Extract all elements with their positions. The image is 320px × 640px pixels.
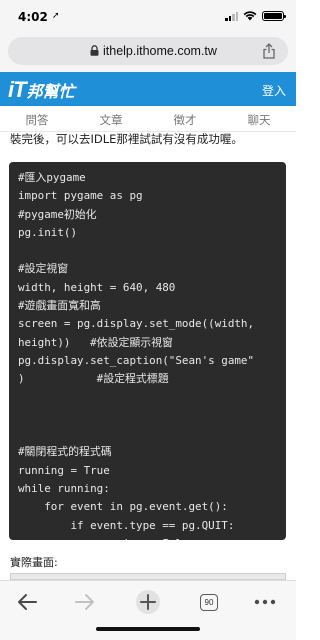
browser-address-area: ithelp.ithome.com.tw (0, 34, 296, 72)
tab-jobs[interactable]: 徵才 (148, 106, 222, 131)
code-line: #pygame初始化 (18, 207, 97, 221)
tab-qa[interactable]: 問答 (0, 106, 74, 131)
wifi-icon (243, 11, 257, 21)
lock-icon (90, 45, 99, 56)
address-bar[interactable]: ithelp.ithome.com.tw (8, 37, 288, 65)
code-line: screen = pg.display.set_mode((width, (18, 317, 255, 331)
logo-chinese-text: 邦幫忙 (26, 82, 75, 101)
code-line: import pygame as pg (18, 189, 143, 203)
code-line: while running: (18, 482, 110, 496)
code-line: pg.init() (18, 225, 78, 239)
browser-toolbar: 90 (0, 580, 296, 640)
status-indicators (225, 11, 286, 21)
logo-it-text: iT (8, 77, 27, 102)
home-indicator (96, 627, 200, 631)
more-menu-button[interactable] (250, 587, 280, 617)
battery-icon (262, 11, 286, 21)
status-time: 4:02 (18, 10, 48, 24)
login-link[interactable]: 登入 (262, 82, 286, 99)
code-line: width, height = 640, 480 (18, 280, 176, 294)
tab-articles[interactable]: 文章 (74, 106, 148, 131)
location-icon: ➚ (52, 11, 60, 21)
forward-arrow-icon (75, 594, 94, 610)
back-arrow-icon (18, 594, 37, 610)
code-line: #遊戲畫面寬和高 (18, 299, 101, 313)
signal-icon (225, 11, 238, 21)
code-line: #設定視窗 (18, 262, 69, 276)
share-icon[interactable] (262, 43, 276, 59)
new-tab-button[interactable] (133, 587, 163, 617)
code-block: #匯入pygame import pygame as pg #pygame初始化 pg… (9, 162, 286, 540)
code-line: running = False (18, 535, 277, 540)
new-tab-plus-icon (136, 590, 160, 614)
site-logo[interactable]: iT 邦幫忙 (8, 77, 75, 103)
site-header: iT 邦幫忙 登入 (0, 72, 296, 106)
code-line: #關閉程式的程式碼 (18, 445, 112, 459)
tab-switcher-button[interactable]: 90 (194, 587, 224, 617)
section-tabs: 問答 文章 徵才 聊天 (0, 106, 296, 132)
code-line: #匯入pygame (18, 171, 86, 184)
code-line: if event.type == pg.QUIT: (18, 518, 235, 532)
article-paragraph: 裝完後，可以去IDLE那裡試試有沒有成功喔。 (10, 132, 243, 146)
tab-count-icon: 90 (200, 593, 218, 611)
code-line: height)) #依設定顯示視窗 (18, 335, 173, 349)
forward-button[interactable] (70, 587, 100, 617)
url-text: ithelp.ithome.com.tw (103, 44, 217, 58)
code-line: running = True (18, 463, 110, 477)
status-bar: 4:02 ➚ (0, 0, 296, 34)
more-dots-icon (254, 599, 276, 605)
tab-chat[interactable]: 聊天 (222, 106, 296, 131)
image-caption: 實際畫面: (10, 556, 58, 569)
screenshot-image (10, 573, 286, 580)
back-button[interactable] (12, 587, 42, 617)
code-line: for event in pg.event.get(): (18, 500, 228, 514)
code-line: ) #設定程式標題 (18, 372, 169, 386)
code-line: pg.display.set_caption("Sean's game" (18, 353, 255, 367)
